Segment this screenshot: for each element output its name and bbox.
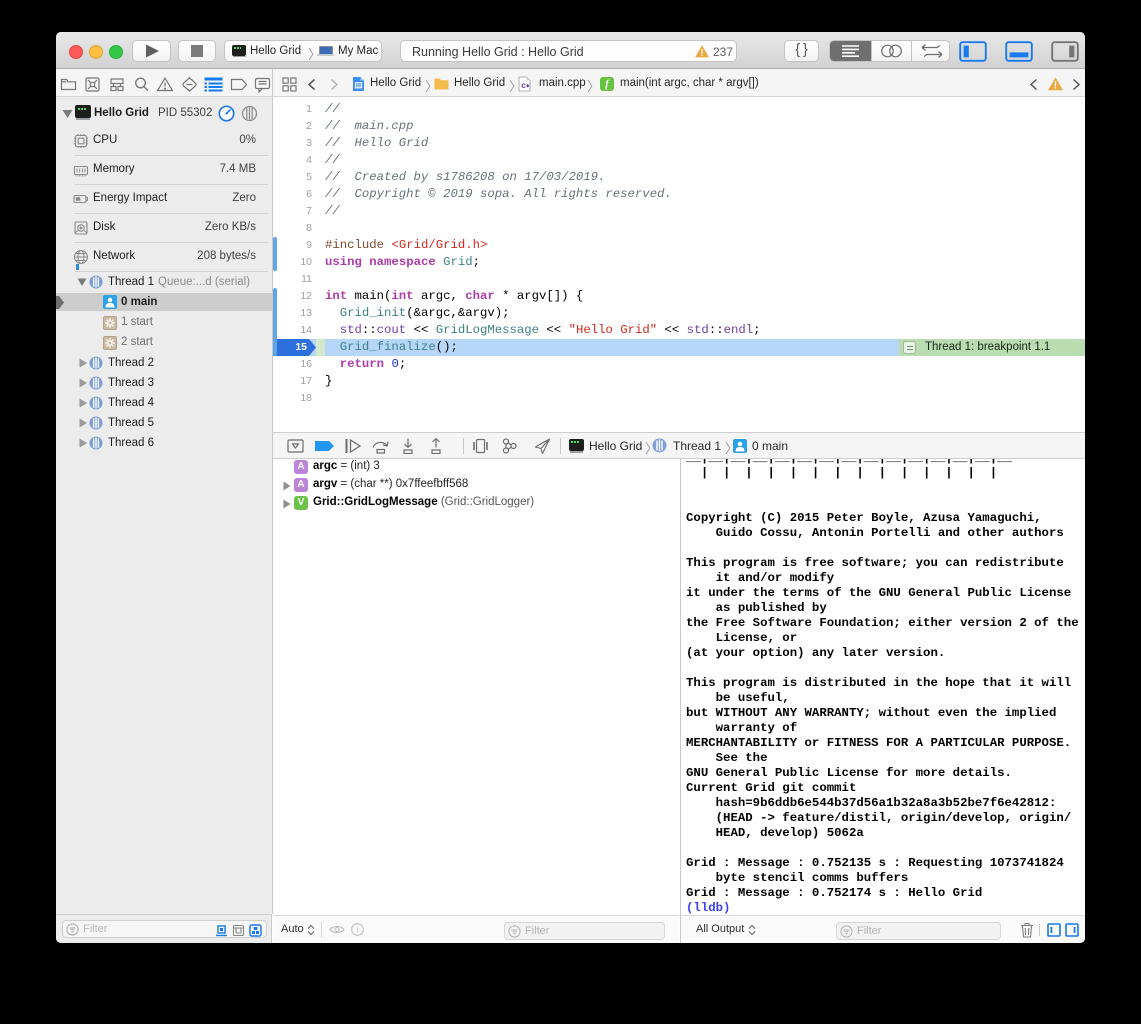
svg-text:!: ! [1054, 81, 1057, 92]
svg-text:i: i [356, 925, 359, 935]
svg-text:!: ! [700, 48, 703, 59]
svg-text:c: c [521, 81, 526, 90]
